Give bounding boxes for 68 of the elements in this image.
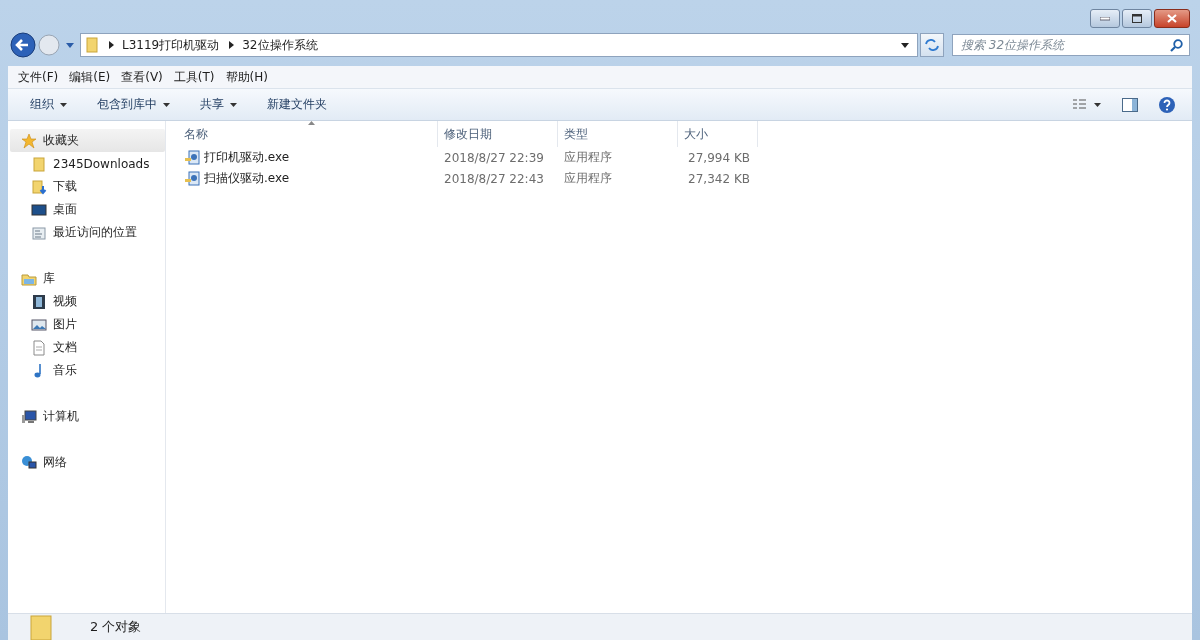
caret-icon <box>230 102 237 107</box>
close-icon <box>1167 14 1177 23</box>
nav-item[interactable]: 图片 <box>8 313 165 336</box>
folder-icon <box>31 155 47 172</box>
chevron-icon <box>109 41 114 49</box>
minimize-icon <box>1100 16 1110 21</box>
nav-item[interactable]: 网络 <box>10 451 165 474</box>
document-icon <box>31 339 47 356</box>
network-icon <box>21 454 37 471</box>
nav-item[interactable]: 库 <box>10 267 165 290</box>
breadcrumb[interactable]: 32位操作系统 <box>242 36 318 54</box>
maximize-icon <box>1132 14 1142 23</box>
search-input[interactable]: 搜索 32位操作系统 <box>959 37 1170 53</box>
refresh-button[interactable] <box>920 33 944 57</box>
column-header[interactable]: 大小 <box>678 121 758 147</box>
breadcrumb[interactable]: L3119打印机驱动 <box>122 36 220 54</box>
menu-item[interactable]: 工具(T) <box>173 68 215 86</box>
nav-item[interactable]: 桌面 <box>8 198 165 221</box>
menu-item[interactable]: 查看(V) <box>121 68 163 86</box>
table-cell-text: 应用程序 <box>563 149 613 166</box>
table-cell-text: 应用程序 <box>563 170 613 187</box>
recent-places-icon <box>31 224 47 241</box>
search-field[interactable]: 搜索 32位操作系统 <box>952 34 1190 56</box>
table-cell-text: 2018/8/27 22:39 <box>443 150 545 165</box>
nav-item[interactable]: 2345Downloads <box>8 152 165 175</box>
status-text: 2 个对象 <box>90 618 142 636</box>
address-bar[interactable]: L3119打印机驱动 32位操作系统 <box>80 33 918 57</box>
table-cell-text: 27,342 KB <box>687 171 751 186</box>
star-icon <box>21 132 37 149</box>
search-icon <box>1170 38 1183 52</box>
sort-arrow-icon <box>307 121 315 125</box>
film-icon <box>31 293 47 310</box>
menu-item[interactable]: 编辑(E) <box>69 68 111 86</box>
close-button[interactable] <box>1154 9 1190 28</box>
file-name[interactable]: 打印机驱动.exe <box>204 149 290 166</box>
table-cell-text: 27,994 KB <box>687 150 751 165</box>
column-header[interactable]: 名称 <box>178 121 438 147</box>
menu-item[interactable]: 帮助(H) <box>225 68 268 86</box>
column-header[interactable]: 修改日期 <box>438 121 558 147</box>
column-header[interactable]: 类型 <box>558 121 678 147</box>
application-icon <box>184 170 200 187</box>
toolbar-button[interactable]: 新建文件夹 <box>261 92 333 117</box>
picture-icon <box>31 316 47 333</box>
nav-item[interactable]: 下载 <box>8 175 165 198</box>
folder-download-icon <box>31 178 47 195</box>
folder-icon <box>85 37 99 53</box>
menu-item[interactable]: 文件(F) <box>18 68 59 86</box>
dropdown-arrow-icon[interactable] <box>901 42 909 48</box>
application-icon <box>184 149 200 166</box>
nav-item[interactable]: 计算机 <box>10 405 165 428</box>
computer-icon <box>21 408 37 425</box>
nav-item[interactable]: 音乐 <box>8 359 165 382</box>
caret-icon <box>60 102 67 107</box>
toolbar-button[interactable]: 包含到库中 <box>91 92 176 117</box>
maximize-button[interactable] <box>1122 9 1152 28</box>
nav-item[interactable]: 最近访问的位置 <box>8 221 165 244</box>
chevron-icon <box>229 41 235 49</box>
refresh-icon <box>925 39 939 51</box>
nav-item[interactable]: 视频 <box>8 290 165 313</box>
caret-icon <box>163 102 170 107</box>
nav-item[interactable]: 文档 <box>8 336 165 359</box>
table-cell-text: 2018/8/27 22:43 <box>443 171 545 186</box>
desktop-icon <box>31 201 47 218</box>
back-button[interactable] <box>10 32 36 58</box>
file-name[interactable]: 扫描仪驱动.exe <box>204 170 290 187</box>
toolbar-button[interactable]: 组织 <box>24 92 73 117</box>
nav-item[interactable]: 收藏夹 <box>10 129 165 152</box>
toolbar-button[interactable]: 共享 <box>194 92 243 117</box>
